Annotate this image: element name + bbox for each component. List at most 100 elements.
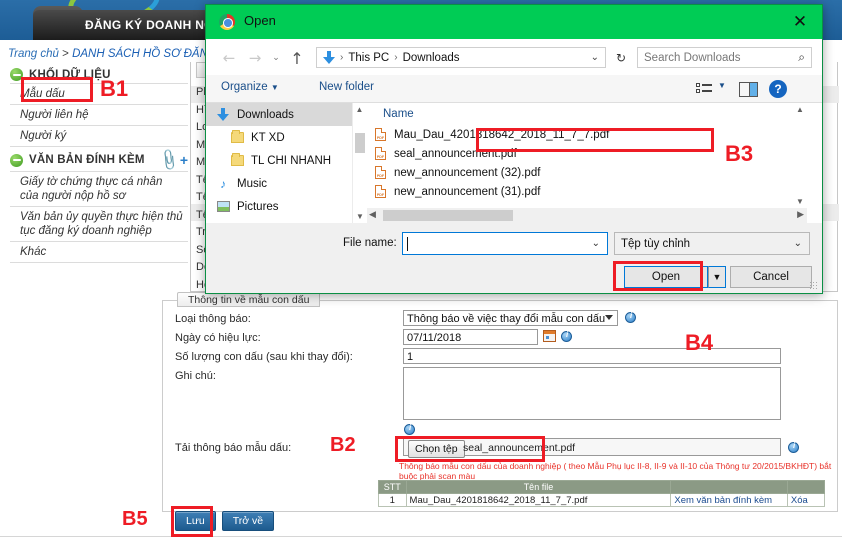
file-list-vertical-scrollbar[interactable]: ▲ ▼ — [793, 103, 807, 208]
link-xem-van-ban[interactable]: Xem văn bản đính kèm — [670, 493, 788, 507]
cancel-button[interactable]: Cancel — [730, 266, 812, 288]
file-type-value: Tệp tùy chỉnh — [621, 237, 691, 250]
open-split-caret-icon[interactable]: ▼ — [708, 266, 726, 288]
refresh-icon[interactable]: ↻ — [610, 47, 632, 68]
nav-item-label: Music — [237, 177, 268, 190]
col-stt: STT — [378, 480, 407, 494]
breadcrumb-current: DANH SÁCH HỒ SƠ ĐĂNG — [72, 48, 217, 60]
annotation-box-b2 — [395, 436, 545, 462]
file-list-horizontal-scrollbar[interactable]: ◀ ▶ — [367, 208, 807, 223]
select-value: Thông báo về việc thay đổi mẫu con dấu — [407, 313, 606, 325]
chevron-down-icon: ⌄ — [793, 238, 802, 249]
address-breadcrumb-bar[interactable]: › This PC › Downloads ⌄ — [316, 47, 606, 68]
dialog-address-bar: ← → ⌄ ↑ › This PC › Downloads ⌄ ↻ Search… — [206, 39, 822, 75]
back-button[interactable]: Trở về — [221, 511, 275, 531]
nav-item-label: TL CHI NHANH — [251, 154, 332, 167]
chevron-down-icon[interactable]: ⌄ — [591, 52, 599, 63]
crumb-downloads[interactable]: Downloads — [403, 52, 460, 64]
annotation-box-b1 — [21, 77, 93, 102]
scroll-up-icon[interactable]: ▲ — [793, 103, 807, 116]
file-name-input[interactable]: ⌄ — [402, 232, 608, 255]
label-ghi-chu: Ghi chú: — [175, 370, 216, 382]
info-icon[interactable] — [625, 311, 636, 323]
label-loai-thong-bao: Loại thông báo: — [175, 313, 251, 325]
breadcrumb-separator: > — [62, 48, 69, 60]
upload-warning-text: Thông báo mẫu con dấu của doanh nghiệp (… — [399, 461, 832, 481]
annotation-label-b3: B3 — [725, 141, 754, 166]
crumb-separator: › — [340, 52, 344, 63]
search-icon: ⌕ — [798, 50, 805, 64]
text-caret — [407, 236, 408, 251]
textarea-ghi-chu[interactable] — [403, 367, 781, 420]
info-icon[interactable] — [788, 441, 799, 453]
up-icon[interactable]: ↑ — [284, 48, 310, 68]
dialog-title-bar[interactable]: Open ✕ — [206, 5, 822, 39]
breadcrumb-home[interactable]: Trang chủ — [8, 48, 59, 60]
nav-item-downloads[interactable]: Downloads — [206, 103, 365, 126]
calendar-icon[interactable] — [543, 330, 556, 342]
annotation-label-b1: B1 — [100, 76, 129, 101]
attach-add-control[interactable]: 📎 + — [157, 148, 188, 173]
dialog-toolbar: Organize ▼ New folder ▼ ? — [206, 75, 822, 103]
folder-icon — [228, 130, 246, 143]
search-input[interactable]: Search Downloads ⌕ — [637, 47, 812, 68]
input-so-luong-con-dau[interactable]: 1 — [403, 348, 781, 364]
organize-label: Organize — [221, 81, 268, 93]
label-tai-thong-bao: Tải thông báo mẫu dấu: — [175, 442, 292, 454]
scrollbar-thumb[interactable] — [355, 133, 365, 153]
organize-button[interactable]: Organize ▼ — [221, 81, 279, 93]
nav-item-kt-xd[interactable]: KT XD — [206, 126, 365, 149]
nav-item-music[interactable]: ♪ Music — [206, 172, 365, 195]
select-loai-thong-bao[interactable]: Thông báo về việc thay đổi mẫu con dấu — [403, 310, 618, 326]
close-icon[interactable]: ✕ — [778, 5, 822, 39]
collapse-minus-icon[interactable] — [10, 153, 23, 167]
bottom-divider — [0, 536, 842, 537]
view-chevron-down-icon[interactable]: ▼ — [718, 81, 726, 90]
scroll-down-icon[interactable]: ▼ — [353, 210, 367, 223]
tree-item-khac[interactable]: Khác — [10, 242, 188, 263]
nav-item-label: Pictures — [237, 200, 279, 213]
preview-pane-icon[interactable] — [739, 82, 758, 97]
nav-item-pictures[interactable]: Pictures — [206, 195, 365, 218]
scrollbar-thumb[interactable] — [383, 210, 513, 221]
file-type-select[interactable]: Tệp tùy chỉnh ⌄ — [614, 232, 810, 255]
chevron-down-icon: ▼ — [270, 83, 279, 92]
navigation-pane: Downloads KT XD TL CHI NHANH ♪ Music Pic… — [206, 103, 366, 223]
chevron-down-icon[interactable]: ⌄ — [592, 238, 600, 249]
chrome-icon — [219, 14, 235, 30]
help-icon[interactable]: ? — [769, 80, 787, 98]
tree-item-nguoi-ky[interactable]: Người ký — [10, 126, 188, 147]
crumb-this-pc[interactable]: This PC — [348, 52, 389, 64]
dialog-footer: File name: ⌄ Tệp tùy chỉnh ⌄ Open ▼ Canc… — [206, 223, 822, 293]
scroll-down-icon[interactable]: ▼ — [793, 195, 807, 208]
info-icon[interactable] — [404, 423, 415, 435]
column-header-name[interactable]: Name — [367, 103, 807, 125]
info-icon[interactable] — [561, 330, 572, 342]
tree-item-giay-to-chung-thuc[interactable]: Giấy tờ chứng thực cá nhân của người nộp… — [10, 171, 188, 207]
scroll-right-icon[interactable]: ▶ — [797, 209, 804, 220]
tree-item-van-ban-uy-quyen[interactable]: Văn bản ủy quyền thực hiện thủ tục đăng … — [10, 207, 188, 242]
form-tab-thong-tin-mau-con-dau[interactable]: Thông tin về mẫu con dấu — [177, 292, 321, 307]
tree-item-nguoi-lien-he[interactable]: Người liên hệ — [10, 105, 188, 126]
label-ngay-hieu-luc: Ngày có hiệu lực: — [175, 332, 261, 344]
resize-grip[interactable] — [809, 281, 818, 290]
pdf-file-icon — [375, 185, 386, 198]
tree-group-label: VĂN BẢN ĐÍNH KÈM — [29, 154, 145, 166]
new-folder-button[interactable]: New folder — [319, 81, 374, 93]
file-name: new_announcement (31).pdf — [394, 185, 541, 198]
link-xoa[interactable]: Xóa — [786, 493, 826, 507]
nav-pane-scrollbar[interactable]: ▲ ▼ — [352, 103, 366, 223]
view-layout-icon[interactable] — [696, 83, 712, 96]
annotation-label-b4: B4 — [685, 330, 714, 355]
input-ngay-hieu-luc[interactable]: 07/11/2018 — [403, 329, 538, 345]
pdf-file-icon — [375, 128, 386, 141]
recent-locations-icon[interactable]: ⌄ — [268, 48, 284, 68]
forward-icon[interactable]: → — [242, 48, 268, 68]
back-icon[interactable]: ← — [216, 48, 242, 68]
nav-item-tl-chi-nhanh[interactable]: TL CHI NHANH — [206, 149, 365, 172]
tree-group-van-ban-dinh-kem[interactable]: VĂN BẢN ĐÍNH KÈM 📎 + — [10, 148, 188, 173]
file-name: new_announcement (32).pdf — [394, 166, 541, 179]
scroll-up-icon[interactable]: ▲ — [353, 103, 366, 116]
scroll-left-icon[interactable]: ◀ — [369, 209, 376, 220]
list-item[interactable]: new_announcement (31).pdf — [367, 182, 807, 201]
